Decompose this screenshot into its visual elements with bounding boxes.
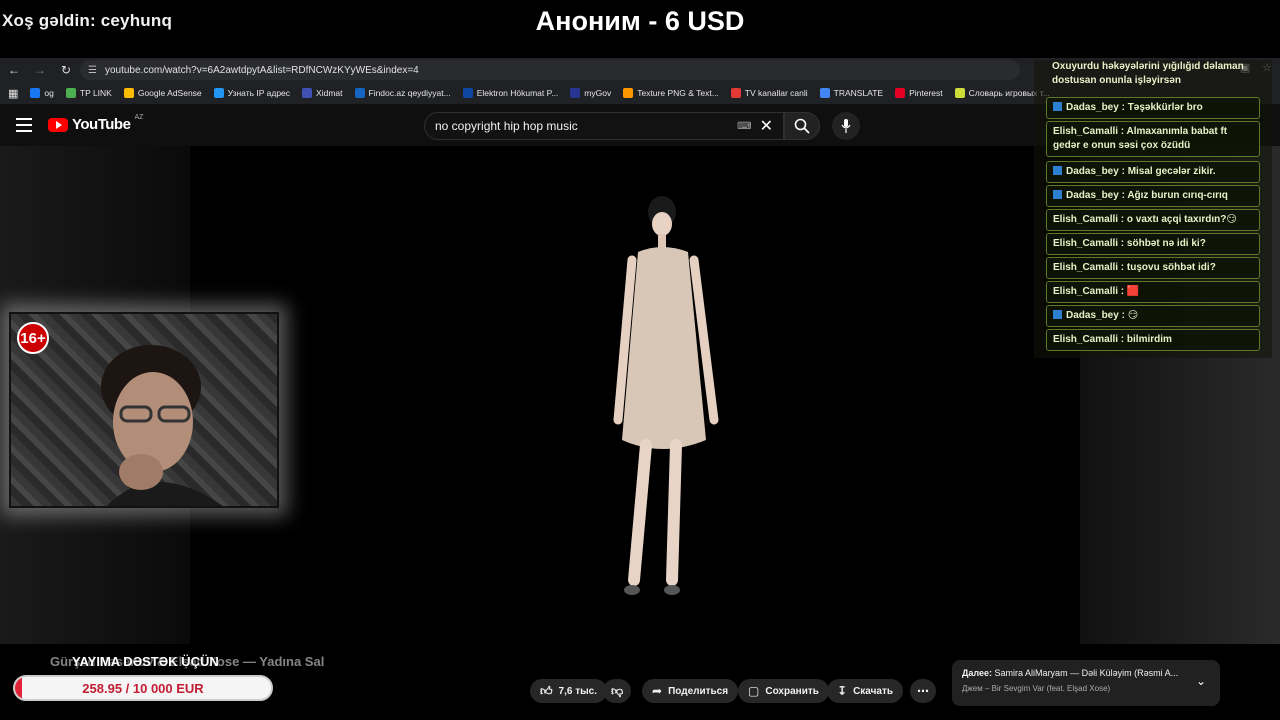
chat-message: Elish_Camalli : 🟥 — [1046, 281, 1260, 303]
streamer-figure — [101, 345, 223, 506]
donation-progress-bar: 258.95 / 10 000 EUR — [13, 675, 273, 701]
more-icon: ⋯ — [917, 684, 929, 698]
chat-message: Elish_Camalli : Almaxanımla babat ft ged… — [1046, 121, 1260, 157]
url-text: youtube.com/watch?v=6A2awtdpytA&list=RDf… — [104, 64, 419, 76]
chat-panel: Oxuyurdu həkəyələrini yığılığıd dəlaman … — [1034, 60, 1272, 358]
share-icon: ➦ — [652, 684, 663, 698]
bookmark-item[interactable]: Findoc.az qeydiyyat... — [354, 88, 451, 98]
chevron-down-icon[interactable]: ⌄ — [1196, 674, 1206, 688]
bookmark-icon — [623, 88, 634, 98]
user-badge-icon — [1053, 310, 1062, 319]
mic-icon[interactable] — [832, 112, 860, 140]
user-badge-icon — [1053, 166, 1062, 175]
bookmark-item[interactable]: og — [30, 88, 54, 98]
age-rating-badge: 16+ — [17, 322, 49, 354]
like-button[interactable]: 👍︎ 7,6 тыс. — [530, 679, 608, 703]
bookmark-icon — [30, 88, 41, 98]
bookmark-icon — [302, 88, 313, 98]
search-button[interactable] — [784, 112, 820, 140]
thumbs-down-icon: 👎︎ — [611, 683, 624, 698]
chat-message: Elish_Camalli : o vaxtı açqi taxırdın?😏 — [1046, 209, 1260, 231]
bookmark-item[interactable]: Texture PNG & Text... — [623, 88, 719, 98]
webcam-overlay: 16+ — [9, 312, 279, 508]
bookmark-icon — [354, 88, 365, 98]
donation-progress-text: 258.95 / 10 000 EUR — [82, 681, 204, 696]
bookmark-item[interactable]: myGov — [570, 88, 611, 98]
chat-message: Elish_Camalli : tuşovu söhbət idi? — [1046, 257, 1260, 279]
site-info-icon[interactable]: ☰ — [88, 65, 97, 76]
chat-message: Elish_Camalli : bilmirdim — [1046, 329, 1260, 351]
user-badge-icon — [1053, 102, 1062, 111]
apps-icon[interactable]: ▦ — [8, 87, 18, 100]
support-label: YAYIMA DƏSTƏK ÜÇÜN — [72, 654, 219, 669]
back-icon[interactable]: ← — [2, 58, 26, 82]
bookmark-icon — [462, 88, 473, 98]
bookmark-icon — [65, 88, 76, 98]
bookmark-icon — [213, 88, 224, 98]
bookmark-icon — [570, 88, 581, 98]
bookmark-icon — [954, 88, 965, 98]
bookmark-item[interactable]: Google AdSense — [123, 88, 202, 98]
donation-alert: Аноним - 6 USD — [535, 6, 745, 36]
bookmark-item[interactable]: Xidmat — [302, 88, 343, 98]
address-bar[interactable]: ☰ youtube.com/watch?v=6A2awtdpytA&list=R… — [80, 60, 1020, 80]
chat-message: Dadas_bey : Təşəkkürlər bro — [1046, 97, 1260, 119]
search-query: no copyright hip hop music — [435, 119, 578, 133]
forward-icon[interactable]: → — [28, 58, 52, 82]
more-actions-button[interactable]: ⋯ — [910, 679, 936, 703]
user-badge-icon — [1053, 190, 1062, 199]
share-button[interactable]: ➦ Поделиться — [642, 679, 739, 703]
youtube-logo[interactable]: YouTube AZ — [48, 114, 144, 133]
chat-message: Dadas_bey : 😏 — [1046, 305, 1260, 327]
bookmark-icon — [123, 88, 134, 98]
bookmark-item[interactable]: TRANSLATE — [819, 88, 883, 98]
chat-message: Dadas_bey : Ağız burun cırıq-cırıq — [1046, 185, 1260, 207]
chat-message-partial: Oxuyurdu həkəyələrini yığılığıd dəlaman … — [1052, 61, 1244, 86]
menu-icon[interactable] — [16, 118, 32, 136]
country-code: AZ — [134, 114, 144, 121]
bookmark-icon — [819, 88, 830, 98]
download-button[interactable]: ↧ Скачать — [827, 679, 904, 703]
bookmark-item[interactable]: Узнать IP адрес — [213, 88, 290, 98]
search-icon — [794, 118, 810, 134]
up-next-title: Далее: Samira AliMaryam — Dəli Küləyim (… — [962, 668, 1179, 678]
up-next-card[interactable]: Далее: Samira AliMaryam — Dəli Küləyim (… — [952, 660, 1220, 706]
up-next-subtitle: Джем – Bir Sevgim Var (feat. Elşad Xose) — [962, 684, 1111, 693]
bookmark-item[interactable]: Elektron Hökumat P... — [462, 88, 558, 98]
playlist-add-icon: ▢ — [748, 684, 760, 698]
bookmark-item[interactable]: TP LINK — [65, 88, 112, 98]
dancer-figure — [613, 196, 719, 595]
download-icon: ↧ — [837, 684, 848, 698]
search-input[interactable]: no copyright hip hop music ⌨ ✕ — [424, 112, 784, 140]
clear-icon[interactable]: ✕ — [760, 116, 773, 136]
bookmark-icon — [895, 88, 906, 98]
chat-message: Dadas_bey : Misal gecələr zikir. — [1046, 161, 1260, 183]
save-button[interactable]: ▢ Сохранить — [738, 679, 829, 703]
bookmark-item[interactable]: Pinterest — [895, 88, 943, 98]
chat-message: Elish_Camalli : söhbət nə idi ki? — [1046, 233, 1260, 255]
keyboard-icon[interactable]: ⌨ — [737, 121, 751, 132]
thumbs-up-icon: 👍︎ — [540, 683, 553, 698]
bookmark-icon — [730, 88, 741, 98]
youtube-play-icon — [48, 117, 68, 132]
bookmark-item[interactable]: TV kanallar canli — [730, 88, 808, 98]
logo-text: YouTube — [72, 116, 131, 133]
dislike-button[interactable]: 👎︎ — [603, 679, 632, 703]
reload-icon[interactable]: ↻ — [54, 58, 78, 82]
